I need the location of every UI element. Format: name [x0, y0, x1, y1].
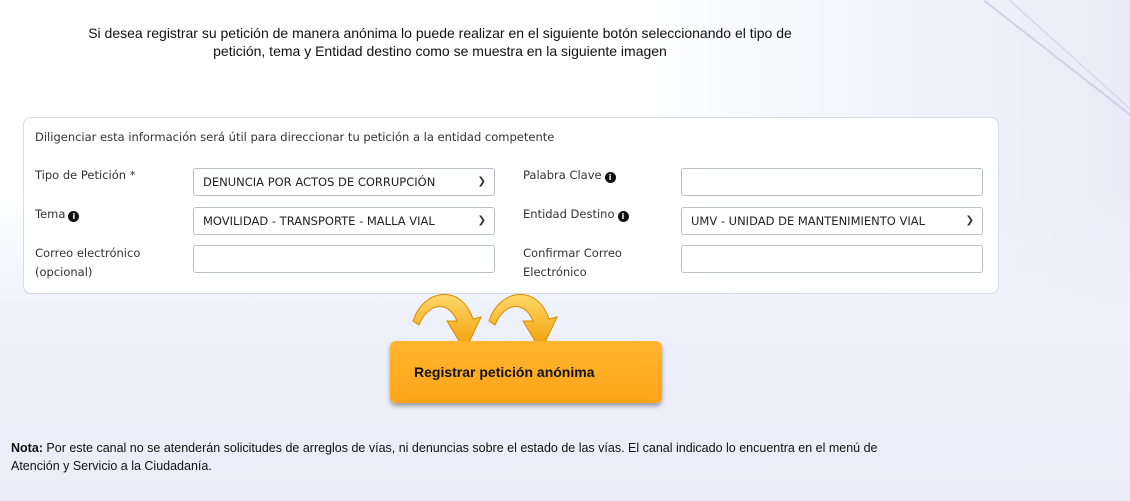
entidad-destino-value: UMV - UNIDAD DE MANTENIMIENTO VIAL	[691, 214, 926, 228]
confirmar-correo-input[interactable]	[681, 245, 983, 273]
entidad-destino-label: Entidad Destino i	[523, 205, 629, 224]
palabra-clave-input[interactable]	[681, 168, 983, 196]
tema-text: Tema	[35, 207, 66, 221]
form-hint: Diligenciar esta información será útil p…	[35, 130, 555, 144]
tipo-peticion-select[interactable]: DENUNCIA POR ACTOS DE CORRUPCIÓN ❯	[193, 168, 495, 196]
register-anonymous-request-button[interactable]: Registrar petición anónima	[390, 341, 662, 403]
chevron-down-icon: ❯	[477, 215, 486, 226]
info-icon[interactable]: i	[604, 172, 616, 183]
tipo-peticion-value: DENUNCIA POR ACTOS DE CORRUPCIÓN	[203, 175, 436, 189]
intro-text: Si desea registrar su petición de manera…	[0, 24, 880, 60]
info-icon[interactable]: i	[68, 211, 80, 222]
intro-line-2: petición, tema y Entidad destino como se…	[213, 43, 667, 59]
correo-label-line-1: Correo electrónico	[35, 246, 141, 260]
correo-label: Correo electrónico (opcional)	[35, 244, 140, 282]
info-icon[interactable]: i	[617, 211, 629, 222]
tema-select[interactable]: MOVILIDAD - TRANSPORTE - MALLA VIAL ❯	[193, 207, 495, 235]
anonymous-request-form: Diligenciar esta información será útil p…	[23, 117, 999, 294]
palabra-clave-text: Palabra Clave	[523, 168, 602, 182]
chevron-down-icon: ❯	[965, 215, 974, 226]
note-line-2: Atención y Servicio a la Ciudadanía.	[11, 459, 212, 473]
correo-label-line-2: (opcional)	[35, 265, 93, 279]
note-text: Nota: Por este canal no se atenderán sol…	[11, 439, 1091, 475]
tipo-peticion-label: Tipo de Petición *	[35, 168, 136, 182]
chevron-down-icon: ❯	[477, 176, 486, 187]
confirmar-label-line-2: Electrónico	[523, 265, 587, 279]
register-button-label: Registrar petición anónima	[414, 364, 595, 380]
confirmar-label-line-1: Confirmar Correo	[523, 246, 622, 260]
tema-label: Tema i	[35, 205, 80, 224]
entidad-destino-select[interactable]: UMV - UNIDAD DE MANTENIMIENTO VIAL ❯	[681, 207, 983, 235]
note-bold: Nota:	[11, 441, 43, 455]
entidad-destino-text: Entidad Destino	[523, 207, 615, 221]
confirmar-correo-label: Confirmar Correo Electrónico	[523, 244, 622, 282]
correo-input[interactable]	[193, 245, 495, 273]
palabra-clave-label: Palabra Clave i	[523, 166, 616, 185]
tema-value: MOVILIDAD - TRANSPORTE - MALLA VIAL	[203, 214, 435, 228]
intro-line-1: Si desea registrar su petición de manera…	[88, 25, 792, 41]
note-body: Por este canal no se atenderán solicitud…	[42, 441, 878, 455]
